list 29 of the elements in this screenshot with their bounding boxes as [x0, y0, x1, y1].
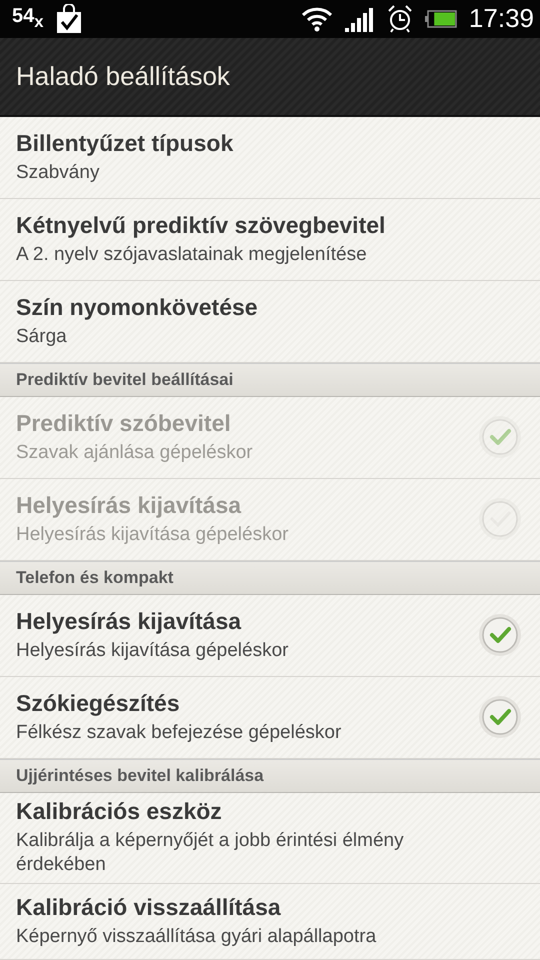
setting-title[interactable]: Kétnyelvű prediktív szövegbevitel [16, 212, 496, 240]
checkbox[interactable] [478, 695, 522, 740]
alarm-clock-icon [386, 4, 413, 33]
setting-title[interactable]: Szókiegészítés [16, 690, 478, 717]
section-title: Ujjérintéses bevitel kalibrálása [16, 766, 264, 786]
setting-summary: Helyesírás kijavítása gépeléskor [16, 522, 290, 547]
setting-summary: Kalibrálja a képernyőjét a jobb érintési élmény érdekében [16, 829, 405, 878]
setting-title[interactable]: Kalibrációs eszköz [16, 798, 496, 826]
setting-title[interactable]: Kalibráció visszaállítása [16, 894, 496, 921]
notification-count: 54$_{x}$ [12, 5, 44, 32]
battery-icon [424, 10, 457, 28]
clock-time: 17:39 [468, 3, 534, 34]
screen-title: Haladó beállítások [16, 60, 230, 92]
setting-summary: A 2. nyelv szójavaslatainak megjelenítése [16, 243, 368, 268]
setting-summary: Helyesírás kijavítása gépeléskor [16, 638, 290, 663]
setting-summary: Félkész szavak befejezése gépeléskor [16, 720, 342, 745]
setting-summary: Sárga [16, 325, 68, 350]
section-title: Telefon és kompakt [16, 568, 174, 588]
wifi-icon [300, 6, 333, 32]
setting-summary: Képernyő visszaállítása gyári alapállapotra [16, 925, 378, 949]
signal-icon [344, 6, 375, 32]
setting-title[interactable]: Szín nyomonkövetése [16, 294, 496, 322]
shopping-bag-icon [56, 4, 82, 34]
setting-summary: Szabvány [16, 161, 100, 186]
setting-title[interactable]: Billentyűzet típusok [16, 130, 496, 158]
setting-summary: Szavak ajánlása gépeléskor [16, 440, 254, 465]
section-title: Prediktív bevitel beállításai [16, 370, 234, 390]
checkbox[interactable] [478, 613, 522, 658]
setting-title[interactable]: Helyesírás kijavítása [16, 608, 478, 635]
